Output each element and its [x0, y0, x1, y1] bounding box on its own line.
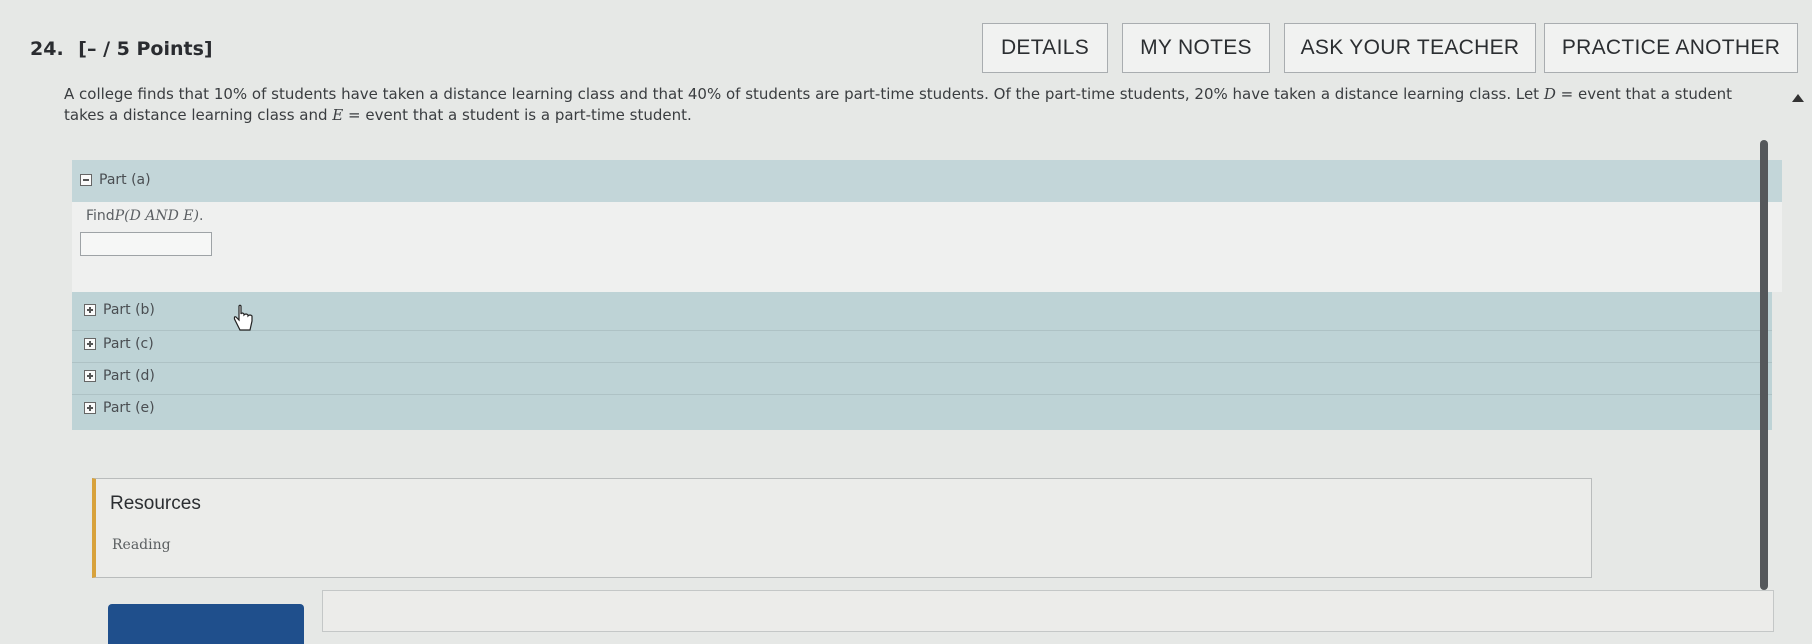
scrollbar[interactable]: [1760, 140, 1768, 590]
part-b-label: Part (b): [103, 302, 155, 318]
var-e: E: [332, 106, 344, 124]
part-a-expression: P(D AND E): [114, 208, 199, 224]
hand-cursor-icon: [233, 304, 253, 331]
var-d: D: [1543, 85, 1556, 103]
part-a-label: Part (a): [99, 172, 151, 188]
resources-title: Resources: [110, 493, 201, 514]
ask-teacher-button[interactable]: ASK YOUR TEACHER: [1284, 23, 1536, 73]
expand-icon[interactable]: [84, 304, 96, 316]
details-button[interactable]: DETAILS: [982, 23, 1108, 73]
question-number: 24.: [30, 38, 64, 60]
collapsed-parts: Part (b) Part (c) Part (d) Part (e): [72, 292, 1772, 430]
my-notes-button[interactable]: MY NOTES: [1122, 23, 1270, 73]
bottom-area: [322, 590, 1774, 632]
part-c-label: Part (c): [103, 336, 154, 352]
part-d-header[interactable]: Part (d): [84, 368, 155, 384]
reading-link[interactable]: Reading: [112, 537, 171, 553]
part-a-header[interactable]: Part (a): [72, 160, 1782, 202]
expand-icon[interactable]: [84, 370, 96, 382]
question-header: 24. [– / 5 Points]: [30, 38, 221, 60]
part-a-body: Find P(D AND E).: [72, 202, 1782, 292]
submit-answer-button[interactable]: [108, 604, 304, 644]
part-e-label: Part (e): [103, 400, 155, 416]
expand-icon[interactable]: [84, 402, 96, 414]
part-c-header[interactable]: Part (c): [84, 336, 154, 352]
question-text: A college finds that 10% of students hav…: [64, 85, 1733, 124]
practice-another-button[interactable]: PRACTICE ANOTHER: [1544, 23, 1798, 73]
question-points: [– / 5 Points]: [78, 38, 213, 60]
part-d-label: Part (d): [103, 368, 155, 384]
part-b-header[interactable]: Part (b): [84, 302, 155, 318]
scroll-up-arrow-icon[interactable]: [1792, 94, 1804, 102]
collapse-icon[interactable]: [80, 174, 92, 186]
resources-panel: Resources Reading: [92, 478, 1592, 578]
part-a-answer-input[interactable]: [80, 232, 212, 256]
expand-icon[interactable]: [84, 338, 96, 350]
part-e-header[interactable]: Part (e): [84, 400, 155, 416]
